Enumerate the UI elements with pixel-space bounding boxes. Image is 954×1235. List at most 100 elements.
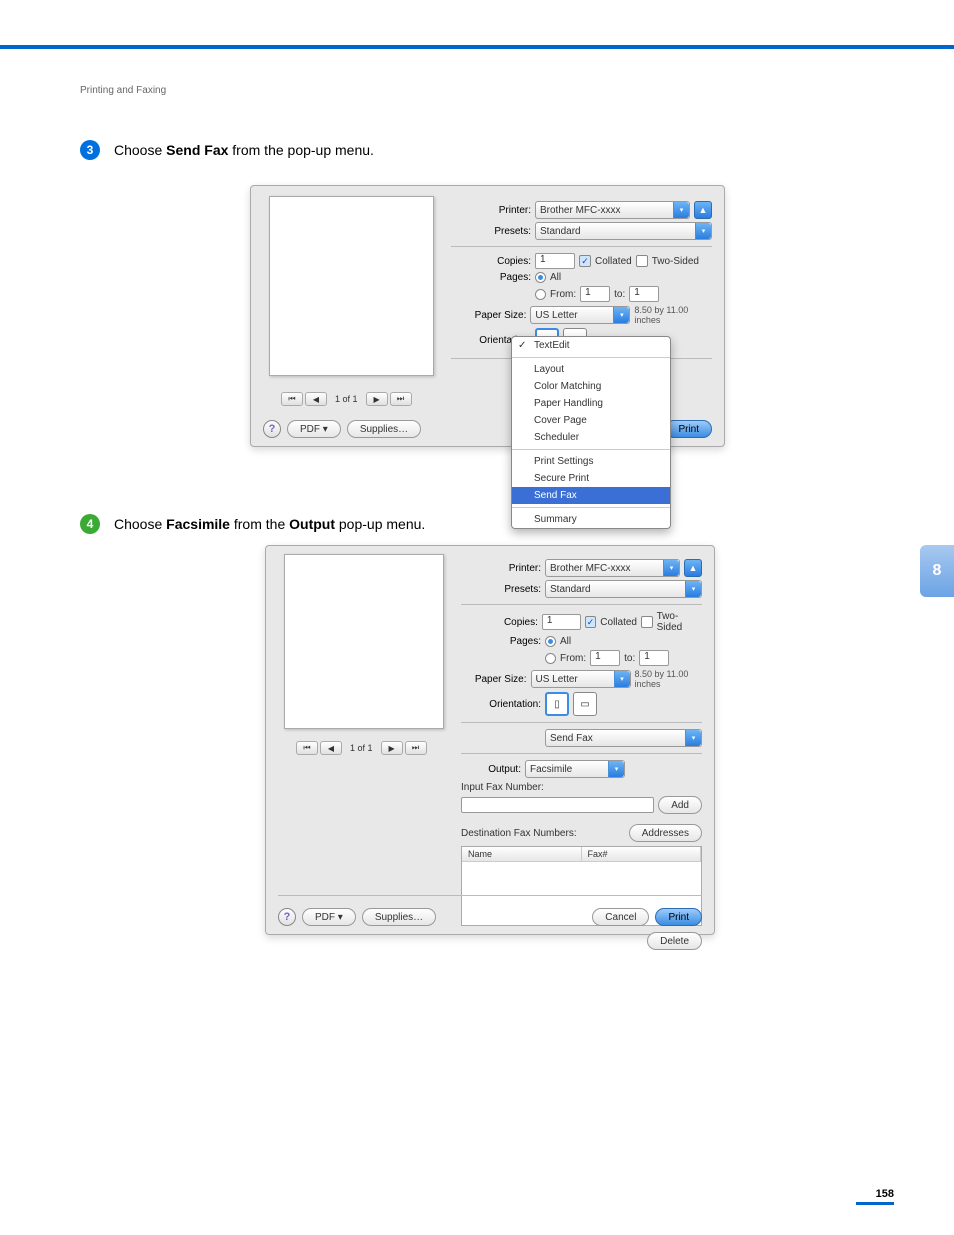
help-button[interactable]: ?	[263, 420, 281, 438]
last-page-icon[interactable]: ⏭	[390, 392, 412, 406]
papersize-label: Paper Size:	[461, 674, 527, 685]
pages-all-label: All	[560, 636, 571, 647]
papersize-select[interactable]: US Letter	[530, 306, 630, 324]
help-button[interactable]: ?	[278, 908, 296, 926]
papersize-select[interactable]: US Letter	[531, 670, 631, 688]
pages-all-radio[interactable]	[535, 272, 546, 283]
step4-bold2: Output	[289, 516, 335, 532]
twosided-checkbox[interactable]	[636, 255, 648, 267]
printer-select[interactable]: Brother MFC-xxxx	[545, 559, 680, 577]
output-value: Facsimile	[530, 764, 572, 775]
prev-page-icon[interactable]: ◀	[305, 392, 327, 406]
step3-bold: Send Fax	[166, 142, 228, 158]
step4-pre: Choose	[114, 516, 166, 532]
delete-button[interactable]: Delete	[647, 932, 702, 950]
pages-from-radio[interactable]	[545, 653, 556, 664]
prev-page-icon[interactable]: ◀	[320, 741, 342, 755]
presets-select[interactable]: Standard	[545, 580, 702, 598]
menu-layout[interactable]: Layout	[512, 361, 670, 378]
menu-textedit[interactable]: TextEdit	[512, 337, 670, 354]
pages-label: Pages:	[461, 636, 541, 647]
column-fax: Fax#	[582, 847, 702, 861]
menu-paperhandling[interactable]: Paper Handling	[512, 395, 670, 412]
presets-value: Standard	[550, 584, 591, 595]
menu-scheduler[interactable]: Scheduler	[512, 429, 670, 446]
step4-bold1: Facsimile	[166, 516, 230, 532]
step4-mid: from the	[230, 516, 289, 532]
chapter-tab: 8	[920, 545, 954, 597]
first-page-icon[interactable]: ⏮	[296, 741, 318, 755]
collated-checkbox[interactable]: ✓	[579, 255, 591, 267]
printer-label: Printer:	[461, 563, 541, 574]
next-page-icon[interactable]: ▶	[381, 741, 403, 755]
last-page-icon[interactable]: ⏭	[405, 741, 427, 755]
menu-summary[interactable]: Summary	[512, 511, 670, 528]
first-page-icon[interactable]: ⏮	[281, 392, 303, 406]
from-input[interactable]: 1	[590, 650, 620, 666]
panel-popup-menu[interactable]: TextEdit Layout Color Matching Paper Han…	[511, 336, 671, 529]
panel-select[interactable]: Send Fax	[545, 729, 702, 747]
pdf-button[interactable]: PDF ▾	[287, 420, 341, 438]
pages-from-radio[interactable]	[535, 289, 546, 300]
printer-value: Brother MFC-xxxx	[540, 205, 621, 216]
inputfax-input[interactable]	[461, 797, 654, 813]
to-input[interactable]: 1	[629, 286, 659, 302]
copies-input[interactable]: 1	[542, 614, 581, 630]
inputfax-label: Input Fax Number:	[461, 782, 702, 793]
to-label: to:	[614, 289, 625, 300]
preview-nav: ⏮ ◀ 1 of 1 ▶ ⏭	[296, 741, 427, 755]
copies-label: Copies:	[461, 617, 538, 628]
addresses-button[interactable]: Addresses	[629, 824, 702, 842]
print-button[interactable]: Print	[655, 908, 702, 926]
pages-label: Pages:	[451, 272, 531, 283]
papersize-value: US Letter	[536, 674, 578, 685]
presets-select[interactable]: Standard	[535, 222, 712, 240]
print-button[interactable]: Print	[665, 420, 712, 438]
twosided-label: Two-Sided	[657, 611, 702, 633]
papersize-label: Paper Size:	[451, 310, 526, 321]
presets-label: Presets:	[461, 584, 541, 595]
cancel-button[interactable]: Cancel	[592, 908, 649, 926]
preview-pane	[269, 196, 434, 376]
destfax-label: Destination Fax Numbers:	[461, 828, 577, 839]
step-3-text: Choose Send Fax from the pop-up menu.	[114, 140, 374, 160]
presets-value: Standard	[540, 226, 581, 237]
step3-pre: Choose	[114, 142, 166, 158]
step4-post: pop-up menu.	[335, 516, 425, 532]
printer-value: Brother MFC-xxxx	[550, 563, 631, 574]
preview-pane	[284, 554, 444, 729]
menu-sendfax[interactable]: Send Fax	[512, 487, 670, 504]
supplies-button[interactable]: Supplies…	[347, 420, 421, 438]
collated-checkbox[interactable]: ✓	[585, 616, 597, 628]
portrait-icon[interactable]: ▯	[545, 692, 569, 716]
twosided-label: Two-Sided	[652, 256, 699, 267]
step-3: 3 Choose Send Fax from the pop-up menu.	[80, 140, 374, 160]
menu-printsettings[interactable]: Print Settings	[512, 453, 670, 470]
add-button[interactable]: Add	[658, 796, 702, 814]
menu-coverpage[interactable]: Cover Page	[512, 412, 670, 429]
printer-status-icon[interactable]: ▲	[684, 559, 702, 577]
from-label: From:	[550, 289, 576, 300]
copies-input[interactable]: 1	[535, 253, 575, 269]
output-label: Output:	[461, 764, 521, 775]
printer-select[interactable]: Brother MFC-xxxx	[535, 201, 690, 219]
output-select[interactable]: Facsimile	[525, 760, 625, 778]
menu-colormatching[interactable]: Color Matching	[512, 378, 670, 395]
from-input[interactable]: 1	[580, 286, 610, 302]
from-label: From:	[560, 653, 586, 664]
landscape-icon[interactable]: ▭	[573, 692, 597, 716]
collated-label: Collated	[600, 617, 637, 628]
pages-all-radio[interactable]	[545, 636, 556, 647]
printer-status-icon[interactable]: ▲	[694, 201, 712, 219]
supplies-button[interactable]: Supplies…	[362, 908, 436, 926]
menu-secureprint[interactable]: Secure Print	[512, 470, 670, 487]
printer-label: Printer:	[451, 205, 531, 216]
to-input[interactable]: 1	[639, 650, 669, 666]
step-number-4: 4	[80, 514, 100, 534]
presets-label: Presets:	[451, 226, 531, 237]
next-page-icon[interactable]: ▶	[366, 392, 388, 406]
to-label: to:	[624, 653, 635, 664]
step-4: 4 Choose Facsimile from the Output pop-u…	[80, 514, 425, 534]
twosided-checkbox[interactable]	[641, 616, 653, 628]
pdf-button[interactable]: PDF ▾	[302, 908, 356, 926]
